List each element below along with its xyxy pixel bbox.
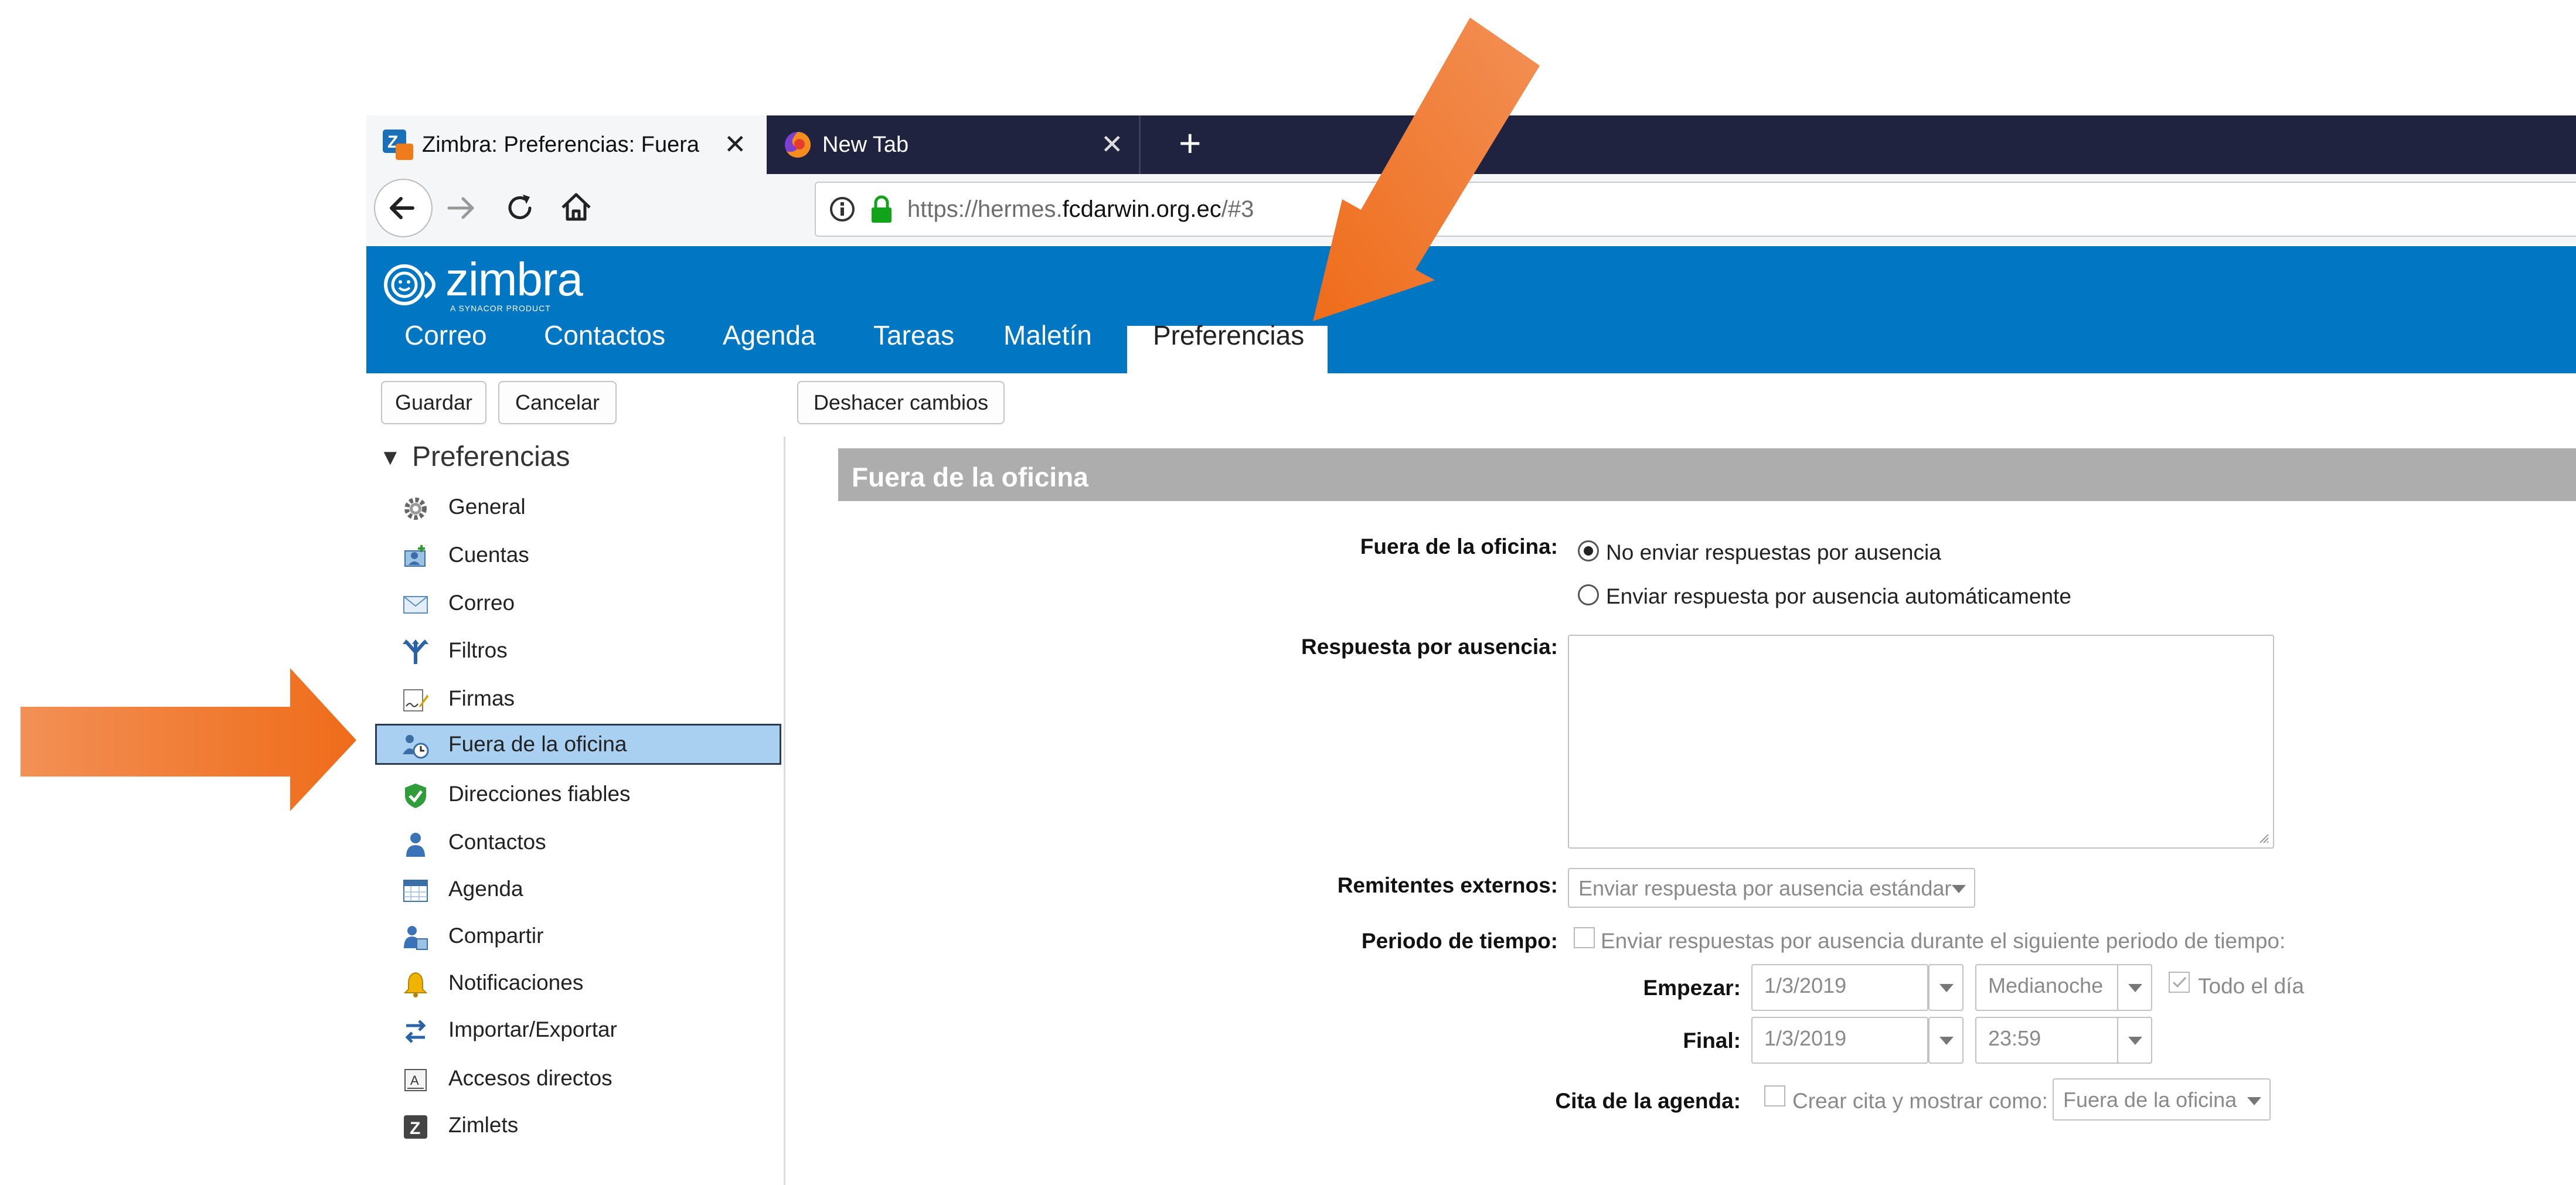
annotation-arrow-right [21, 668, 356, 811]
annotation-arrows [21, 18, 1540, 811]
annotation-arrow-down [1313, 18, 1540, 321]
